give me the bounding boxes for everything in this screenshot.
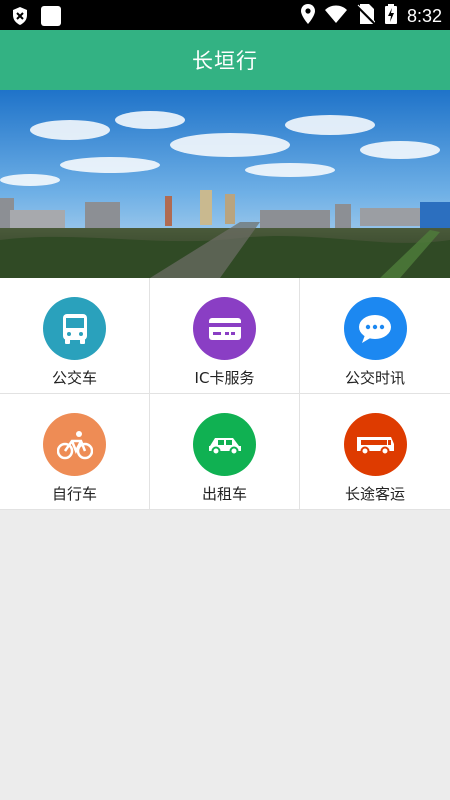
menu-item-label: IC卡服务: [194, 369, 255, 387]
menu-item-label: 长途客运: [344, 485, 405, 503]
card-icon: [193, 297, 256, 360]
chat-bubble-icon: [343, 297, 407, 360]
battery-charging-icon: [384, 4, 397, 29]
menu-item-taxi[interactable]: 出租车: [150, 394, 300, 510]
menu-item-bicycle[interactable]: 自行车: [0, 394, 150, 510]
bicycle-icon: [43, 413, 106, 476]
menu-item-label: 自行车: [51, 485, 97, 503]
menu-item-bus-news[interactable]: 公交时讯: [300, 278, 450, 394]
taxi-icon: [193, 413, 256, 476]
page-title: 长垣行: [192, 49, 258, 73]
coach-icon: [343, 413, 407, 476]
menu-item-label: 公交车: [51, 369, 97, 387]
menu-item-coach[interactable]: 长途客运: [300, 394, 450, 510]
menu-item-bus[interactable]: 公交车: [0, 278, 150, 394]
square-app-icon: [40, 5, 62, 31]
menu-item-label: 公交时讯: [344, 369, 405, 387]
service-grid: 公交车 IC卡服务 公交时讯 自行车 出租车 长途客运: [0, 278, 450, 510]
shield-x-icon: [10, 6, 30, 30]
menu-item-ic-card[interactable]: IC卡服务: [150, 278, 300, 394]
banner-image[interactable]: [0, 90, 450, 278]
clock: 8:32: [406, 6, 442, 26]
wifi-icon: [324, 5, 347, 28]
menu-item-label: 出租车: [201, 485, 247, 503]
app-bar: 长垣行: [0, 30, 450, 90]
location-icon: [300, 4, 315, 29]
no-sim-icon: [356, 4, 377, 29]
bus-icon: [43, 297, 106, 360]
status-bar: 8:32: [0, 0, 450, 30]
